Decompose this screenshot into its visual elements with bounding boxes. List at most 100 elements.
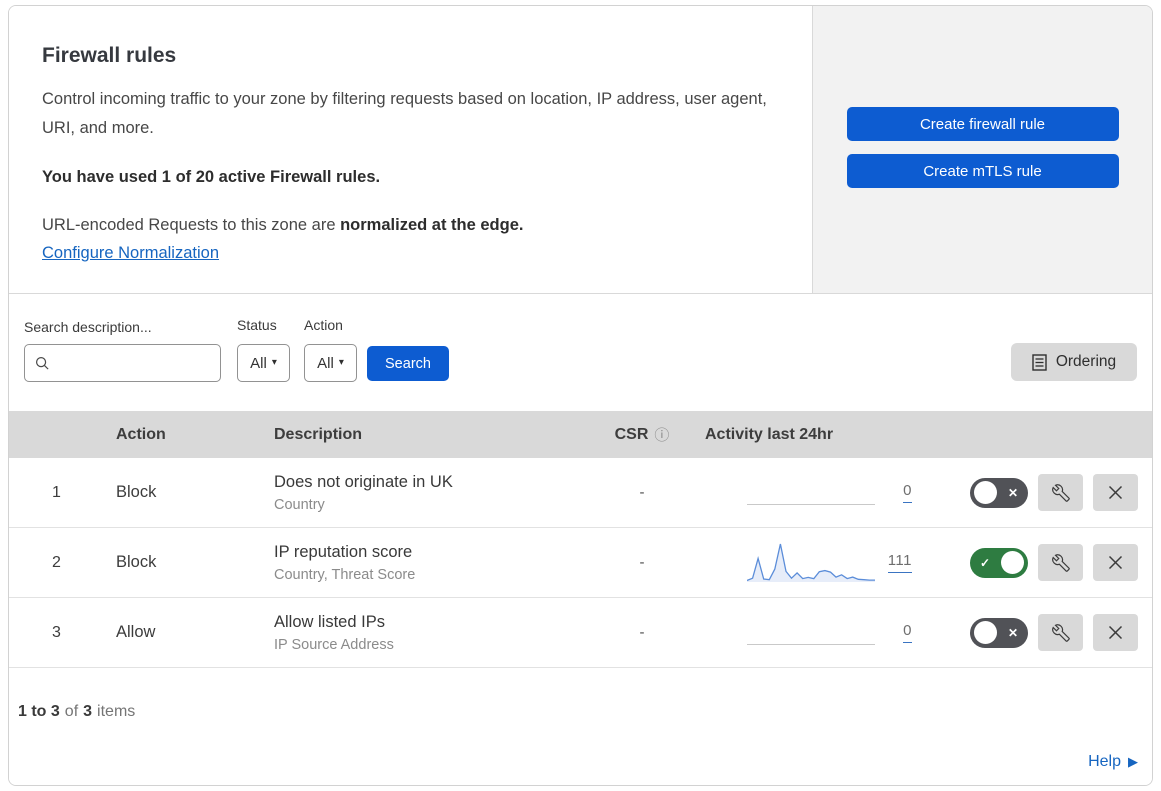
rule-fields: IP Source Address bbox=[274, 636, 394, 653]
sparkline-empty bbox=[747, 608, 875, 658]
close-icon bbox=[1108, 555, 1123, 570]
page-title: Firewall rules bbox=[42, 44, 177, 67]
rule-description: Does not originate in UK bbox=[274, 472, 453, 491]
toggle-knob bbox=[974, 621, 997, 644]
rule-fields: Country bbox=[274, 496, 325, 513]
wrench-icon bbox=[1051, 483, 1070, 502]
search-input-box[interactable] bbox=[24, 344, 221, 382]
intro-panel: Firewall rules Control incoming traffic … bbox=[9, 6, 813, 293]
search-input[interactable] bbox=[58, 354, 210, 372]
table-row: 3 Allow Allow listed IPs IP Source Addre… bbox=[9, 598, 1152, 668]
rule-priority: 2 bbox=[52, 553, 61, 571]
usage-summary: You have used 1 of 20 active Firewall ru… bbox=[42, 168, 381, 186]
rule-description-cell: Does not originate in UK Country bbox=[274, 473, 587, 513]
help-arrow-icon: ▶ bbox=[1128, 753, 1138, 769]
help-link[interactable]: Help ▶ bbox=[1088, 753, 1138, 771]
toggle-off-icon: ✕ bbox=[1007, 485, 1018, 500]
rule-activity-cell: 0 bbox=[697, 468, 912, 518]
range-text: 1 to 3 bbox=[18, 703, 60, 720]
normalization-bold: normalized at the edge. bbox=[340, 216, 524, 234]
rule-enabled-toggle[interactable]: ✓ bbox=[970, 547, 1028, 578]
sparkline-empty bbox=[747, 468, 875, 518]
delete-rule-button[interactable] bbox=[1093, 544, 1138, 581]
toggle-knob bbox=[974, 481, 997, 504]
rule-enabled-toggle[interactable]: ✕ bbox=[970, 617, 1028, 648]
firewall-rules-card: Firewall rules Control incoming traffic … bbox=[8, 5, 1153, 786]
activity-count-link[interactable]: 0 bbox=[903, 622, 912, 643]
search-description-label: Search description... bbox=[24, 319, 152, 335]
rule-csr: - bbox=[639, 624, 645, 641]
rule-activity-cell: 111 bbox=[697, 538, 912, 588]
rule-priority: 1 bbox=[52, 483, 61, 501]
rule-controls: ✕ bbox=[912, 614, 1152, 651]
edit-rule-button[interactable] bbox=[1038, 474, 1083, 511]
rule-action: Block bbox=[116, 483, 157, 501]
sparkline-flat-line bbox=[747, 643, 875, 645]
rule-csr: - bbox=[639, 484, 645, 501]
pagination-summary: 1 to 3 of 3 items bbox=[9, 668, 1152, 738]
sparkline-flat-line bbox=[747, 503, 875, 505]
delete-rule-button[interactable] bbox=[1093, 474, 1138, 511]
close-icon bbox=[1108, 485, 1123, 500]
normalization-text: URL-encoded Requests to this zone are bbox=[42, 216, 341, 234]
rule-description-cell: Allow listed IPs IP Source Address bbox=[274, 613, 587, 653]
status-label: Status bbox=[237, 317, 277, 333]
wrench-icon bbox=[1051, 553, 1070, 572]
rule-action: Block bbox=[116, 553, 157, 571]
csr-header-label: CSR bbox=[614, 425, 649, 443]
table-row: 1 Block Does not originate in UK Country… bbox=[9, 458, 1152, 528]
search-icon bbox=[35, 356, 49, 370]
ordering-button[interactable]: Ordering bbox=[1011, 343, 1137, 381]
page-description: Control incoming traffic to your zone by… bbox=[42, 90, 767, 137]
wrench-icon bbox=[1051, 623, 1070, 642]
chevron-down-icon: ▾ bbox=[338, 357, 344, 368]
info-icon[interactable]: ⓘ bbox=[654, 424, 669, 445]
edit-rule-button[interactable] bbox=[1038, 614, 1083, 651]
create-firewall-rule-button[interactable]: Create firewall rule bbox=[846, 107, 1119, 141]
search-button[interactable]: Search bbox=[367, 346, 449, 381]
of-text: of bbox=[64, 703, 79, 720]
rule-activity-cell: 0 bbox=[697, 608, 912, 658]
action-label: Action bbox=[304, 317, 343, 333]
edit-rule-button[interactable] bbox=[1038, 544, 1083, 581]
rule-priority: 3 bbox=[52, 623, 61, 641]
rule-fields: Country, Threat Score bbox=[274, 566, 416, 583]
rule-controls: ✕ bbox=[912, 474, 1152, 511]
activity-sparkline bbox=[747, 538, 875, 588]
action-column-header: Action bbox=[116, 425, 166, 443]
rule-description-cell: IP reputation score Country, Threat Scor… bbox=[274, 543, 587, 583]
rule-enabled-toggle[interactable]: ✕ bbox=[970, 477, 1028, 508]
toggle-knob bbox=[1001, 551, 1024, 574]
action-dropdown[interactable]: All ▾ bbox=[304, 344, 357, 382]
sparkline-chart bbox=[747, 543, 875, 582]
action-value: All bbox=[317, 354, 334, 372]
rule-description: Allow listed IPs bbox=[274, 612, 385, 631]
activity-count-link[interactable]: 111 bbox=[887, 552, 912, 573]
rule-description: IP reputation score bbox=[274, 542, 413, 561]
toggle-off-icon: ✕ bbox=[1007, 625, 1018, 640]
help-row: Help ▶ bbox=[9, 738, 1152, 785]
items-text: items bbox=[97, 703, 136, 720]
help-label: Help bbox=[1088, 752, 1121, 770]
rule-controls: ✓ bbox=[912, 544, 1152, 581]
activity-count-link[interactable]: 0 bbox=[903, 482, 912, 503]
top-section: Firewall rules Control incoming traffic … bbox=[9, 6, 1152, 294]
table-row: 2 Block IP reputation score Country, Thr… bbox=[9, 528, 1152, 598]
rule-csr: - bbox=[639, 554, 645, 571]
close-icon bbox=[1108, 625, 1123, 640]
configure-normalization-link[interactable]: Configure Normalization bbox=[42, 244, 219, 262]
ordering-list-icon bbox=[1032, 353, 1047, 371]
rule-action: Allow bbox=[116, 623, 156, 641]
status-dropdown[interactable]: All ▾ bbox=[237, 344, 290, 382]
status-value: All bbox=[250, 354, 267, 372]
create-mtls-rule-button[interactable]: Create mTLS rule bbox=[846, 154, 1119, 188]
normalization-note: URL-encoded Requests to this zone are no… bbox=[42, 216, 767, 235]
csr-column-header: CSR ⓘ bbox=[587, 424, 697, 445]
description-column-header: Description bbox=[274, 425, 363, 443]
delete-rule-button[interactable] bbox=[1093, 614, 1138, 651]
ordering-label: Ordering bbox=[1055, 353, 1117, 370]
chevron-down-icon: ▾ bbox=[271, 357, 277, 368]
toggle-on-icon: ✓ bbox=[980, 555, 991, 570]
activity-column-header: Activity last 24hr bbox=[705, 425, 834, 443]
filter-bar: Search description... Status All ▾ Actio… bbox=[9, 294, 1152, 411]
